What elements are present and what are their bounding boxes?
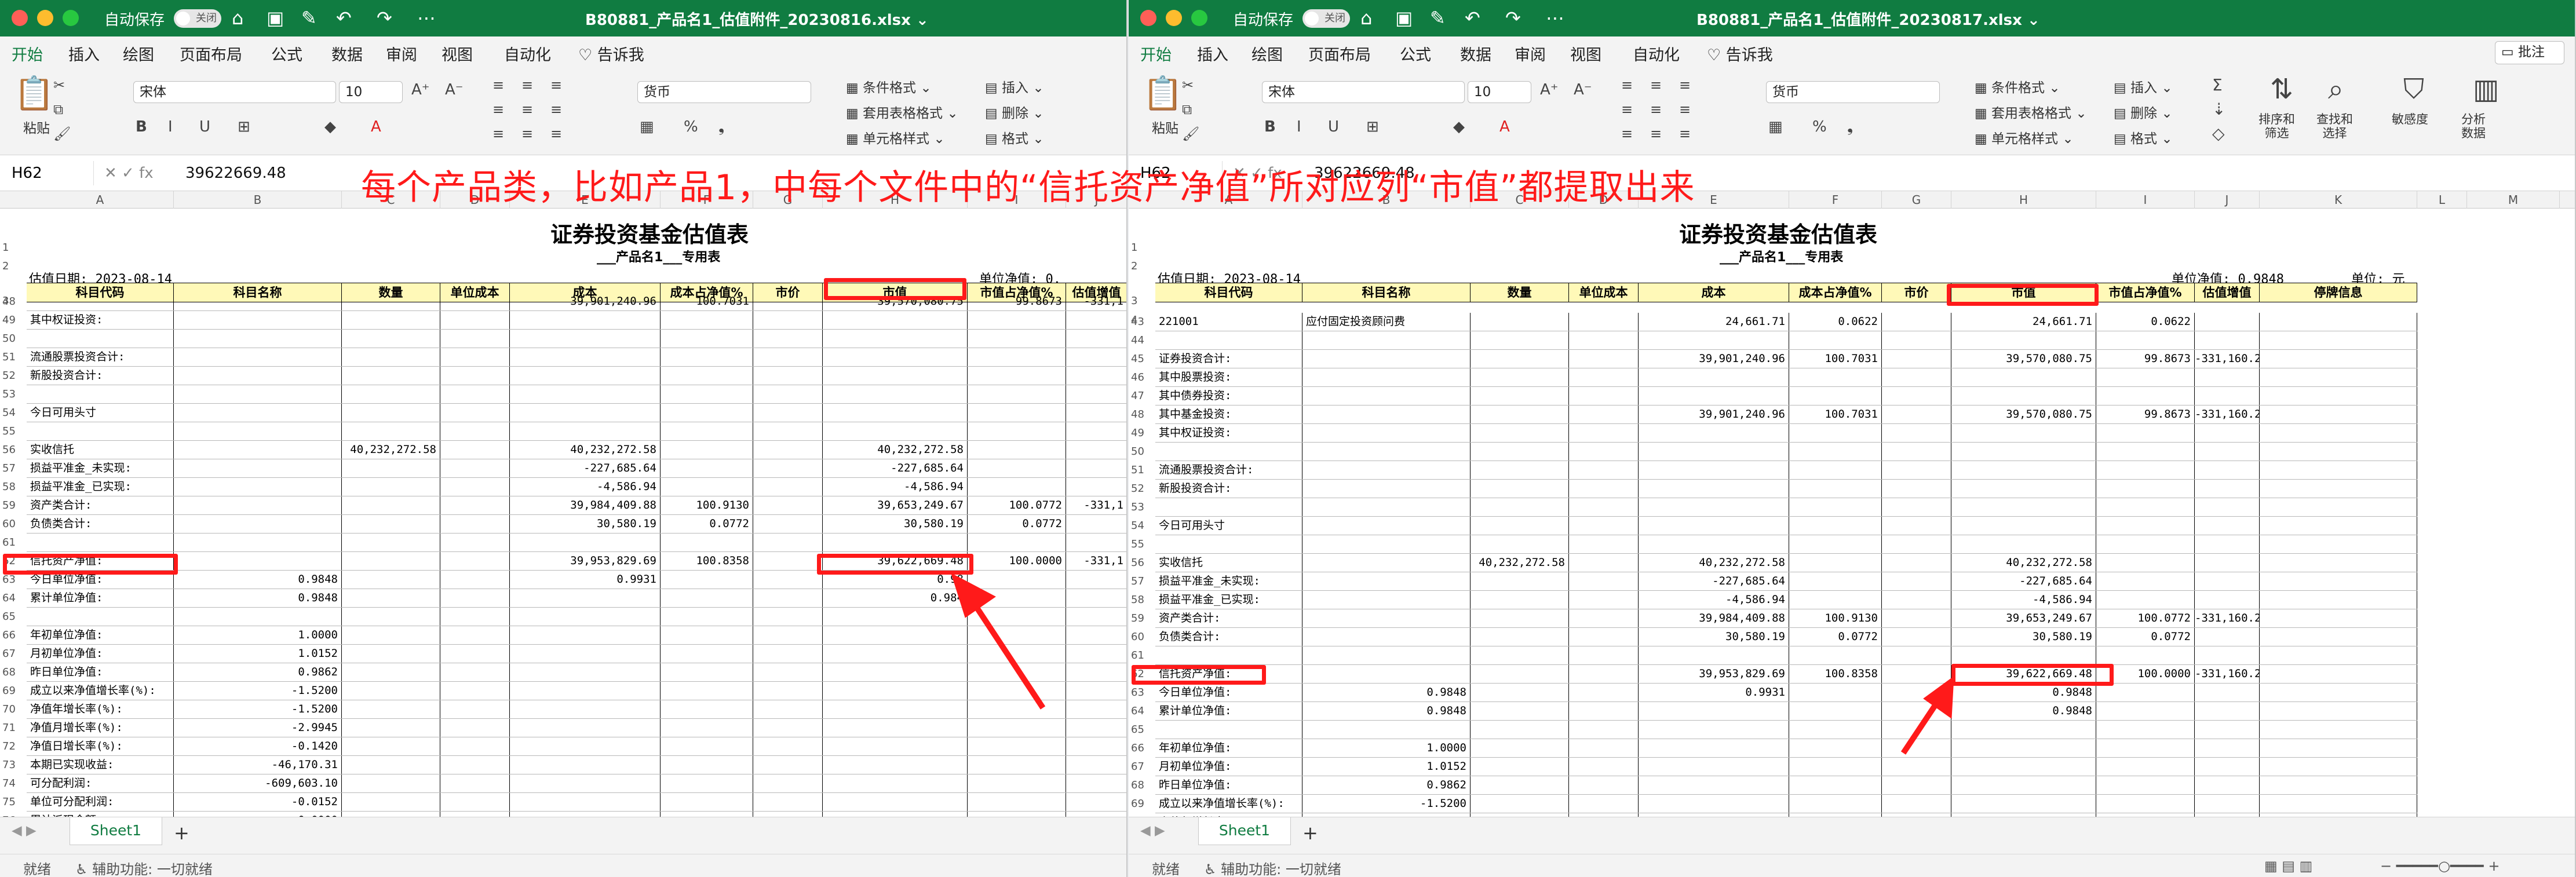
arrow-right <box>1900 675 1954 755</box>
arrow-left <box>951 572 1046 710</box>
screenshot-root: 自动保存 关闭 ⌂ ▣ ✎ ↶ ↷ ⋯ B80881_产品名1_估值附件_20230816.xl… <box>0 0 2576 877</box>
annotation-arrows <box>951 572 1954 755</box>
